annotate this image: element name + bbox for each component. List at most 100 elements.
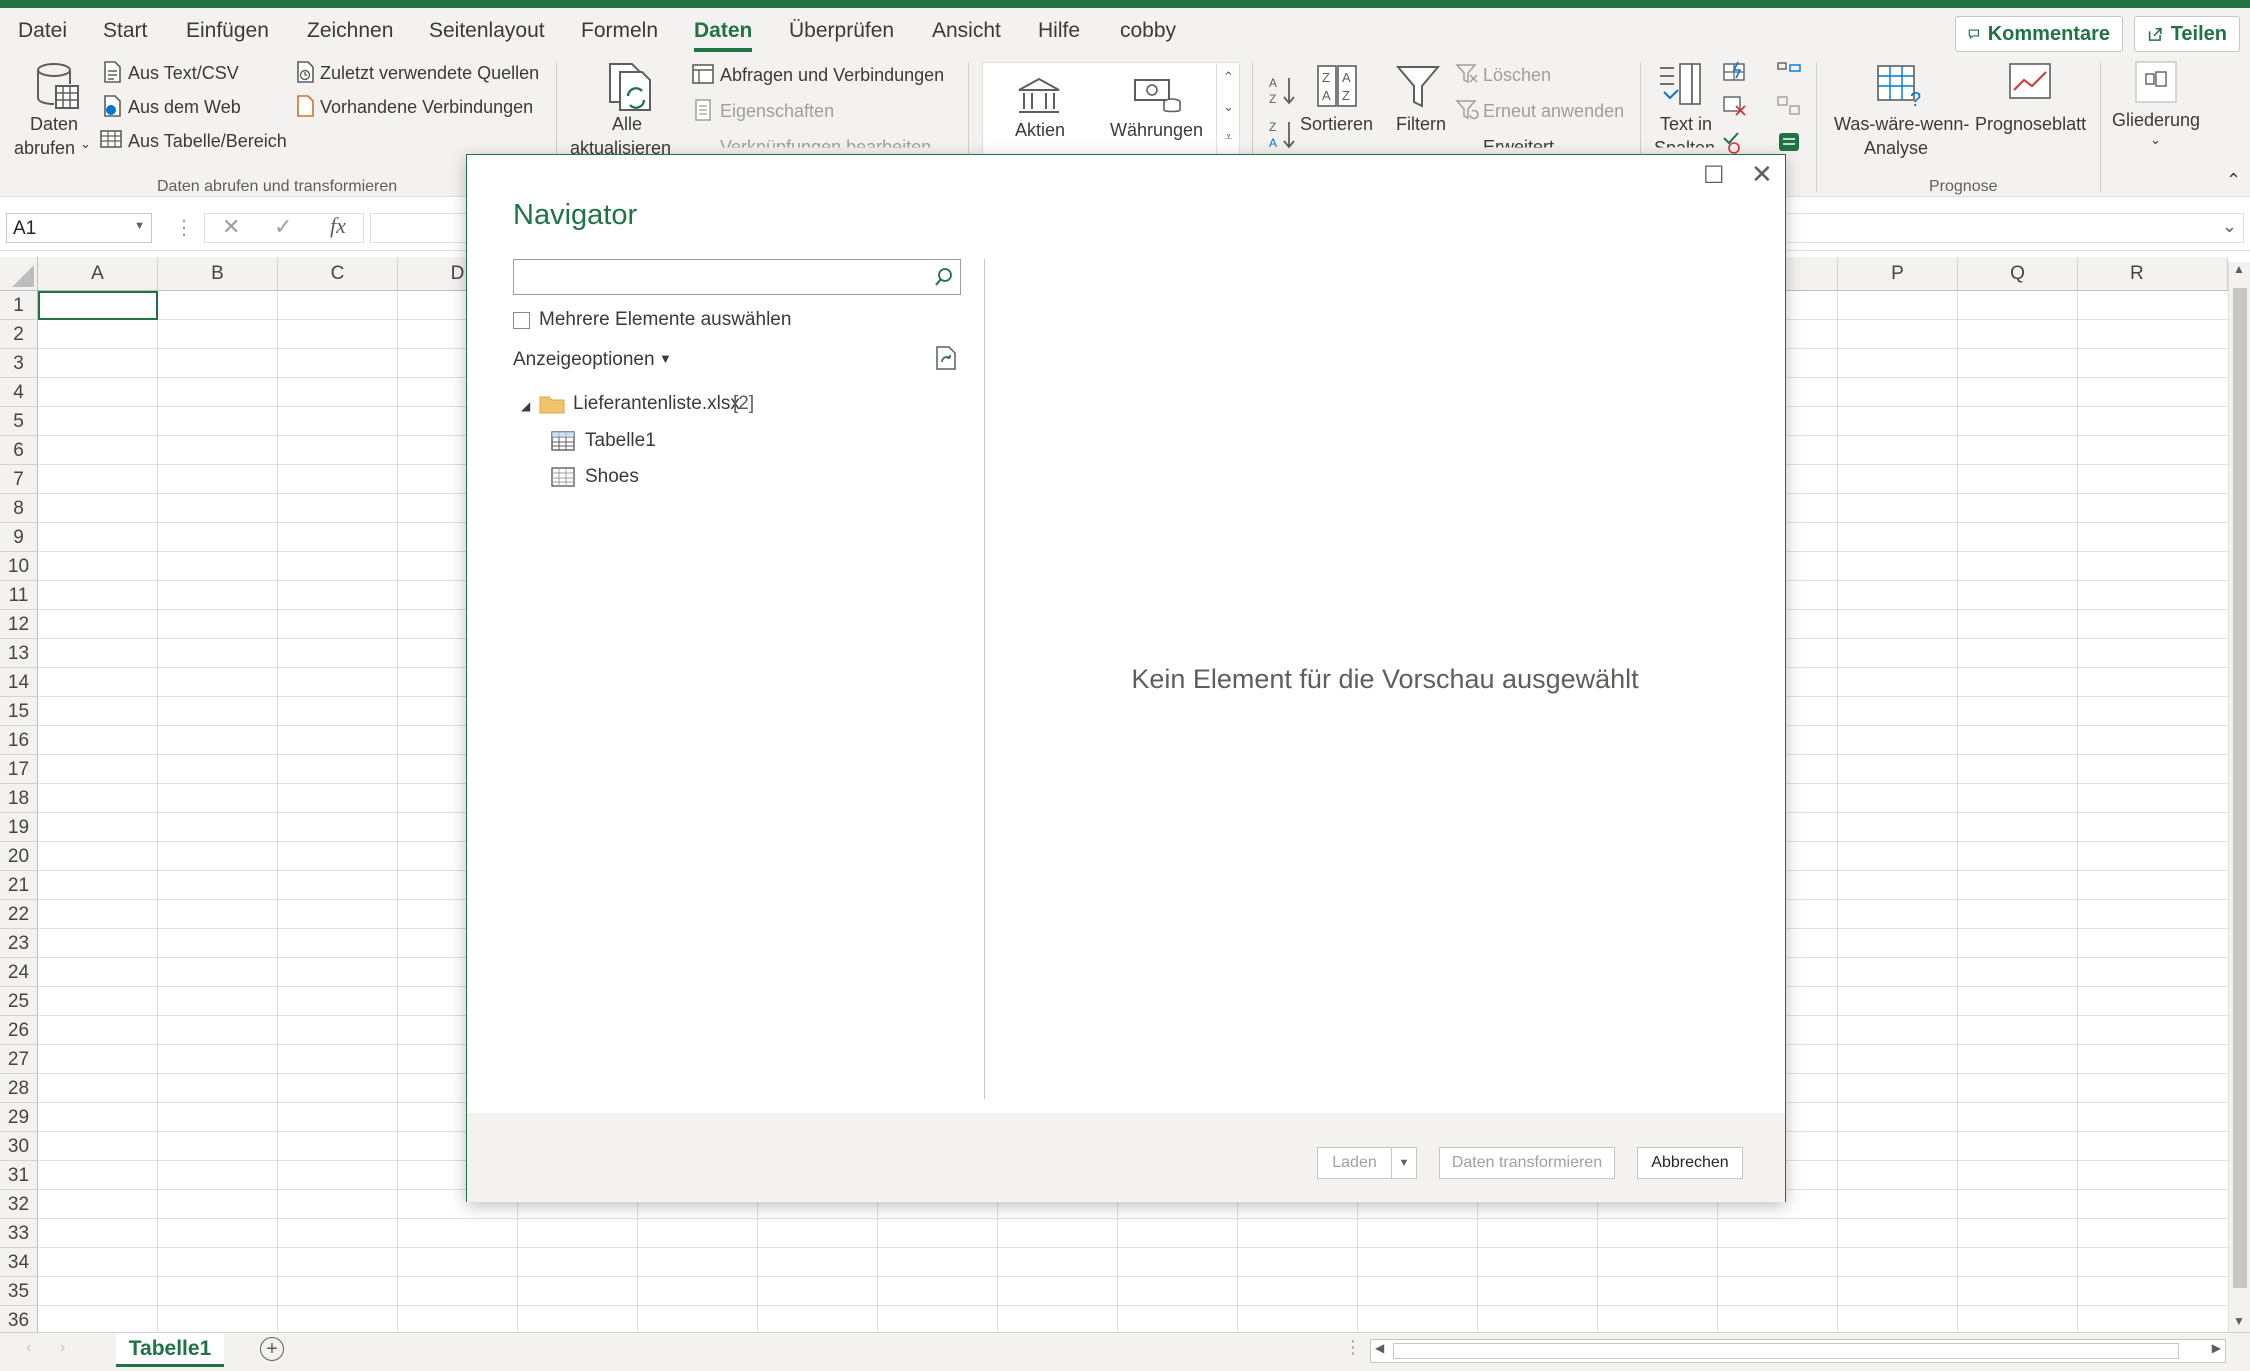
sheet-tab-tabelle1[interactable]: Tabelle1 bbox=[116, 1333, 224, 1367]
row-header-34[interactable]: 34 bbox=[0, 1248, 38, 1277]
confirm-entry-icon[interactable]: ✓ bbox=[274, 214, 292, 240]
what-if-label-2[interactable]: Analyse bbox=[1864, 138, 1928, 159]
outline-button[interactable]: Gliederung bbox=[2112, 110, 2200, 131]
cancel-entry-icon[interactable]: ✕ bbox=[222, 214, 240, 240]
share-button[interactable]: Teilen bbox=[2134, 16, 2240, 52]
row-header-13[interactable]: 13 bbox=[0, 639, 38, 668]
row-header-18[interactable]: 18 bbox=[0, 784, 38, 813]
column-header-c[interactable]: C bbox=[278, 257, 398, 291]
get-data-label-1[interactable]: Daten bbox=[30, 114, 78, 135]
transform-data-button[interactable]: Daten transformieren bbox=[1439, 1147, 1615, 1179]
tab-einfuegen[interactable]: Einfügen bbox=[186, 19, 269, 43]
maximize-icon[interactable]: ☐ bbox=[1703, 161, 1725, 190]
search-text-field[interactable] bbox=[514, 260, 914, 292]
close-icon[interactable]: ✕ bbox=[1751, 159, 1773, 190]
row-header-23[interactable]: 23 bbox=[0, 929, 38, 958]
row-header-20[interactable]: 20 bbox=[0, 842, 38, 871]
dropdown-arrow-icon[interactable]: ▼ bbox=[659, 351, 672, 366]
row-header-4[interactable]: 4 bbox=[0, 378, 38, 407]
active-cell[interactable] bbox=[38, 291, 158, 320]
row-header-6[interactable]: 6 bbox=[0, 436, 38, 465]
vertical-scrollbar[interactable]: ▲ ▼ bbox=[2228, 262, 2250, 1332]
from-table-button[interactable]: Aus Tabelle/Bereich bbox=[128, 131, 287, 152]
row-header-5[interactable]: 5 bbox=[0, 407, 38, 436]
display-options-button[interactable]: Anzeigeoptionen bbox=[513, 349, 655, 371]
tree-item-tabelle1[interactable]: Tabelle1 bbox=[551, 425, 951, 457]
row-header-29[interactable]: 29 bbox=[0, 1103, 38, 1132]
tab-hilfe[interactable]: Hilfe bbox=[1038, 19, 1080, 43]
row-header-22[interactable]: 22 bbox=[0, 900, 38, 929]
forecast-sheet-button[interactable]: Prognoseblatt bbox=[1975, 114, 2086, 135]
row-header-9[interactable]: 9 bbox=[0, 523, 38, 552]
row-header-15[interactable]: 15 bbox=[0, 697, 38, 726]
tab-formeln[interactable]: Formeln bbox=[581, 19, 658, 43]
row-header-17[interactable]: 17 bbox=[0, 755, 38, 784]
multi-select-checkbox[interactable] bbox=[513, 312, 530, 329]
existing-connections-button[interactable]: Vorhandene Verbindungen bbox=[320, 97, 533, 118]
select-all-corner[interactable] bbox=[0, 257, 38, 291]
row-header-10[interactable]: 10 bbox=[0, 552, 38, 581]
column-header-q[interactable]: Q bbox=[1958, 257, 2078, 291]
tab-ueberpruefen[interactable]: Überprüfen bbox=[789, 19, 894, 43]
row-header-25[interactable]: 25 bbox=[0, 987, 38, 1016]
name-box[interactable]: A1 ▼ bbox=[6, 213, 152, 243]
row-header-7[interactable]: 7 bbox=[0, 465, 38, 494]
properties-button[interactable]: Eigenschaften bbox=[720, 101, 834, 122]
h-scroll-thumb[interactable] bbox=[1393, 1343, 2179, 1359]
row-header-26[interactable]: 26 bbox=[0, 1016, 38, 1045]
stocks-button[interactable]: Aktien bbox=[1015, 120, 1065, 141]
chevron-down-icon[interactable]: ⌄ bbox=[2150, 132, 2161, 148]
row-header-12[interactable]: 12 bbox=[0, 610, 38, 639]
scroll-thumb[interactable] bbox=[2233, 288, 2247, 1288]
prev-sheet-icon[interactable]: ‹ bbox=[26, 1339, 31, 1357]
row-header-27[interactable]: 27 bbox=[0, 1045, 38, 1074]
row-header-16[interactable]: 16 bbox=[0, 726, 38, 755]
scroll-right-icon[interactable]: ▶ bbox=[2212, 1341, 2221, 1355]
row-header-11[interactable]: 11 bbox=[0, 581, 38, 610]
load-button[interactable]: Laden bbox=[1317, 1147, 1391, 1179]
row-header-28[interactable]: 28 bbox=[0, 1074, 38, 1103]
file-name[interactable]: Lieferantenliste.xlsx bbox=[573, 393, 740, 415]
filter-button[interactable]: Filtern bbox=[1396, 114, 1446, 135]
text-to-columns-label-1[interactable]: Text in bbox=[1660, 114, 1712, 135]
row-header-36[interactable]: 36 bbox=[0, 1306, 38, 1332]
comments-button[interactable]: Kommentare bbox=[1955, 16, 2123, 52]
what-if-label-1[interactable]: Was-wäre-wenn- bbox=[1834, 114, 1969, 135]
row-header-14[interactable]: 14 bbox=[0, 668, 38, 697]
row-header-35[interactable]: 35 bbox=[0, 1277, 38, 1306]
column-header-a[interactable]: A bbox=[38, 257, 158, 291]
row-header-2[interactable]: 2 bbox=[0, 320, 38, 349]
tab-zeichnen[interactable]: Zeichnen bbox=[307, 19, 393, 43]
column-header-b[interactable]: B bbox=[158, 257, 278, 291]
tab-cobby[interactable]: cobby bbox=[1120, 19, 1176, 43]
cancel-button[interactable]: Abbrechen bbox=[1637, 1147, 1743, 1179]
row-header-1[interactable]: 1 bbox=[0, 291, 38, 320]
tree-item-shoes[interactable]: Shoes bbox=[551, 461, 951, 493]
insert-function-icon[interactable]: fx bbox=[330, 213, 346, 239]
gallery-scroll[interactable]: ⌃ ⌄ ⩡ bbox=[1216, 62, 1240, 158]
row-header-33[interactable]: 33 bbox=[0, 1219, 38, 1248]
add-sheet-icon[interactable]: + bbox=[260, 1337, 284, 1361]
horizontal-scrollbar[interactable]: ◀ ▶ bbox=[1370, 1339, 2226, 1363]
clear-button[interactable]: Löschen bbox=[1483, 65, 1551, 86]
refresh-icon[interactable] bbox=[933, 345, 959, 371]
chevron-down-icon[interactable]: ⌄ bbox=[80, 136, 91, 152]
row-header-3[interactable]: 3 bbox=[0, 349, 38, 378]
tab-seitenlayout[interactable]: Seitenlayout bbox=[429, 19, 545, 43]
from-text-csv-button[interactable]: Aus Text/CSV bbox=[128, 63, 239, 84]
get-data-label-2[interactable]: abrufen bbox=[14, 138, 75, 159]
scroll-left-icon[interactable]: ◀ bbox=[1375, 1341, 1384, 1355]
refresh-all-label-1[interactable]: Alle bbox=[612, 114, 642, 135]
row-header-32[interactable]: 32 bbox=[0, 1190, 38, 1219]
search-input[interactable] bbox=[513, 259, 961, 295]
scroll-down-icon[interactable]: ▼ bbox=[2233, 1314, 2245, 1328]
currencies-button[interactable]: Währungen bbox=[1110, 120, 1203, 141]
collapse-triangle-icon[interactable]: ◢ bbox=[521, 399, 530, 413]
column-header-r[interactable]: R bbox=[2078, 257, 2228, 291]
sort-button[interactable]: Sortieren bbox=[1300, 114, 1373, 135]
row-header-30[interactable]: 30 bbox=[0, 1132, 38, 1161]
queries-connections-button[interactable]: Abfragen und Verbindungen bbox=[720, 65, 944, 86]
tab-daten[interactable]: Daten bbox=[694, 19, 753, 52]
collapse-ribbon-icon[interactable]: ⌃ bbox=[2226, 170, 2241, 191]
column-header-p[interactable]: P bbox=[1838, 257, 1958, 291]
